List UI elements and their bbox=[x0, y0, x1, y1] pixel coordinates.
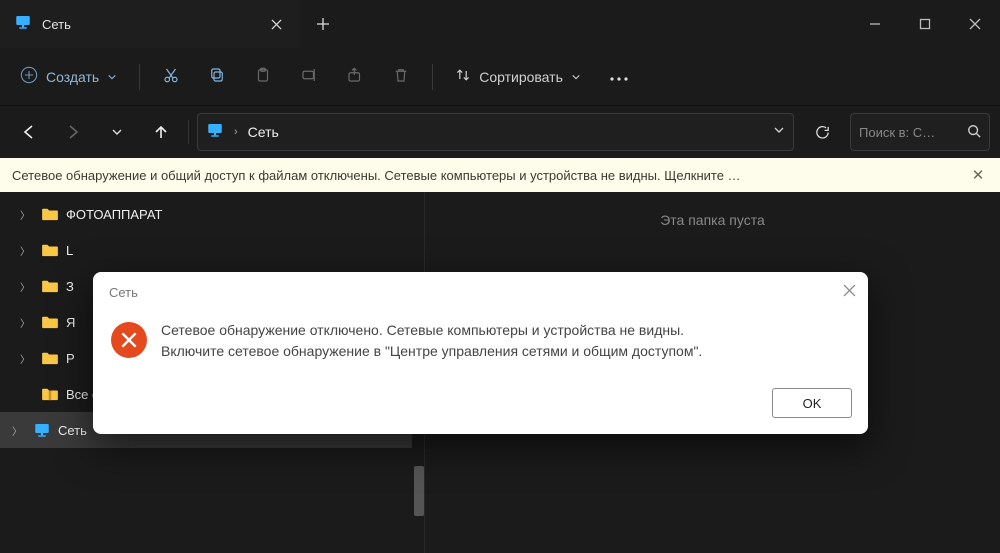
delete-button[interactable] bbox=[380, 58, 422, 96]
titlebar-drag-area[interactable] bbox=[346, 0, 850, 48]
back-button[interactable] bbox=[10, 113, 48, 151]
search-icon bbox=[967, 124, 981, 141]
tree-item-label: Р bbox=[66, 351, 75, 366]
separator bbox=[432, 64, 433, 90]
address-bar[interactable]: › Сеть bbox=[197, 113, 794, 151]
tree-item[interactable]: 〉 ФОТОАППАРАТ bbox=[0, 196, 424, 232]
copy-icon bbox=[208, 66, 226, 87]
up-button[interactable] bbox=[142, 113, 180, 151]
folder-icon bbox=[40, 207, 60, 221]
close-tab-button[interactable] bbox=[262, 10, 290, 38]
copy-button[interactable] bbox=[196, 58, 238, 96]
zip-icon bbox=[40, 387, 60, 401]
network-icon bbox=[32, 421, 52, 439]
chevron-right-icon[interactable]: 〉 bbox=[20, 351, 34, 366]
error-icon bbox=[111, 322, 147, 358]
ok-button[interactable]: OK bbox=[772, 388, 852, 418]
chevron-right-icon: › bbox=[234, 126, 238, 138]
tree-item-label: L bbox=[66, 243, 73, 258]
tab-title: Сеть bbox=[42, 17, 252, 32]
minimize-button[interactable] bbox=[850, 0, 900, 48]
tree-item[interactable]: 〉 L bbox=[0, 232, 424, 268]
tree-item-label: З bbox=[66, 279, 74, 294]
plus-circle-icon bbox=[20, 66, 38, 87]
chevron-right-icon[interactable]: 〉 bbox=[20, 243, 34, 258]
share-button[interactable] bbox=[334, 58, 376, 96]
refresh-button[interactable] bbox=[802, 113, 842, 151]
sort-button[interactable]: Сортировать bbox=[443, 58, 593, 96]
dialog-title: Сеть bbox=[109, 285, 138, 300]
trash-icon bbox=[392, 66, 410, 87]
new-label: Создать bbox=[46, 69, 99, 85]
close-window-button[interactable] bbox=[950, 0, 1000, 48]
paste-icon bbox=[254, 66, 272, 87]
folder-icon bbox=[40, 315, 60, 329]
address-row: › Сеть Поиск в: С… bbox=[0, 106, 1000, 158]
tree-item-label: ФОТОАППАРАТ bbox=[66, 207, 162, 222]
scrollbar-thumb[interactable] bbox=[414, 466, 424, 516]
maximize-button[interactable] bbox=[900, 0, 950, 48]
recent-locations-button[interactable] bbox=[98, 113, 136, 151]
folder-icon bbox=[40, 279, 60, 293]
new-tab-button[interactable] bbox=[300, 0, 346, 48]
tab-network[interactable]: Сеть bbox=[0, 0, 300, 48]
chevron-right-icon[interactable]: 〉 bbox=[20, 315, 34, 330]
dialog-line1: Сетевое обнаружение отключено. Сетевые к… bbox=[161, 320, 702, 341]
more-button[interactable] bbox=[597, 58, 641, 96]
info-bar[interactable]: Сетевое обнаружение и общий доступ к фай… bbox=[0, 158, 1000, 192]
chevron-down-icon bbox=[571, 69, 581, 85]
separator bbox=[188, 120, 189, 144]
network-icon bbox=[206, 121, 224, 144]
toolbar: Создать Сортировать bbox=[0, 48, 1000, 106]
error-dialog: Сеть Сетевое обнаружение отключено. Сете… bbox=[93, 272, 868, 434]
dialog-line2: Включите сетевое обнаружение в "Центре у… bbox=[161, 341, 702, 362]
info-bar-text: Сетевое обнаружение и общий доступ к фай… bbox=[12, 168, 741, 183]
dialog-footer: OK bbox=[93, 380, 868, 434]
dialog-titlebar: Сеть bbox=[93, 272, 868, 312]
chevron-right-icon[interactable]: 〉 bbox=[20, 279, 34, 294]
path-segment[interactable]: Сеть bbox=[248, 124, 279, 140]
chevron-down-icon[interactable] bbox=[773, 123, 785, 141]
info-bar-close[interactable]: ✕ bbox=[968, 166, 988, 184]
search-input[interactable]: Поиск в: С… bbox=[850, 113, 990, 151]
rename-button[interactable] bbox=[288, 58, 330, 96]
chevron-right-icon[interactable]: 〉 bbox=[20, 207, 34, 222]
dialog-text: Сетевое обнаружение отключено. Сетевые к… bbox=[161, 320, 702, 362]
search-placeholder: Поиск в: С… bbox=[859, 125, 935, 140]
tree-item-label: Сеть bbox=[58, 423, 87, 438]
separator bbox=[139, 64, 140, 90]
chevron-down-icon bbox=[107, 69, 117, 85]
share-icon bbox=[346, 66, 364, 87]
nav-buttons bbox=[10, 113, 180, 151]
chevron-right-icon[interactable]: 〉 bbox=[12, 423, 26, 438]
sort-label: Сортировать bbox=[479, 69, 563, 85]
rename-icon bbox=[300, 66, 318, 87]
forward-button[interactable] bbox=[54, 113, 92, 151]
paste-button[interactable] bbox=[242, 58, 284, 96]
cut-icon bbox=[162, 66, 180, 87]
tree-item-label: Я bbox=[66, 315, 75, 330]
dialog-body: Сетевое обнаружение отключено. Сетевые к… bbox=[93, 312, 868, 380]
cut-button[interactable] bbox=[150, 58, 192, 96]
network-icon bbox=[14, 13, 32, 36]
folder-icon bbox=[40, 243, 60, 257]
folder-icon bbox=[40, 351, 60, 365]
titlebar: Сеть bbox=[0, 0, 1000, 48]
sort-icon bbox=[455, 67, 471, 86]
ellipsis-icon bbox=[609, 69, 629, 85]
dialog-close-button[interactable] bbox=[843, 284, 856, 300]
new-button[interactable]: Создать bbox=[8, 58, 129, 96]
